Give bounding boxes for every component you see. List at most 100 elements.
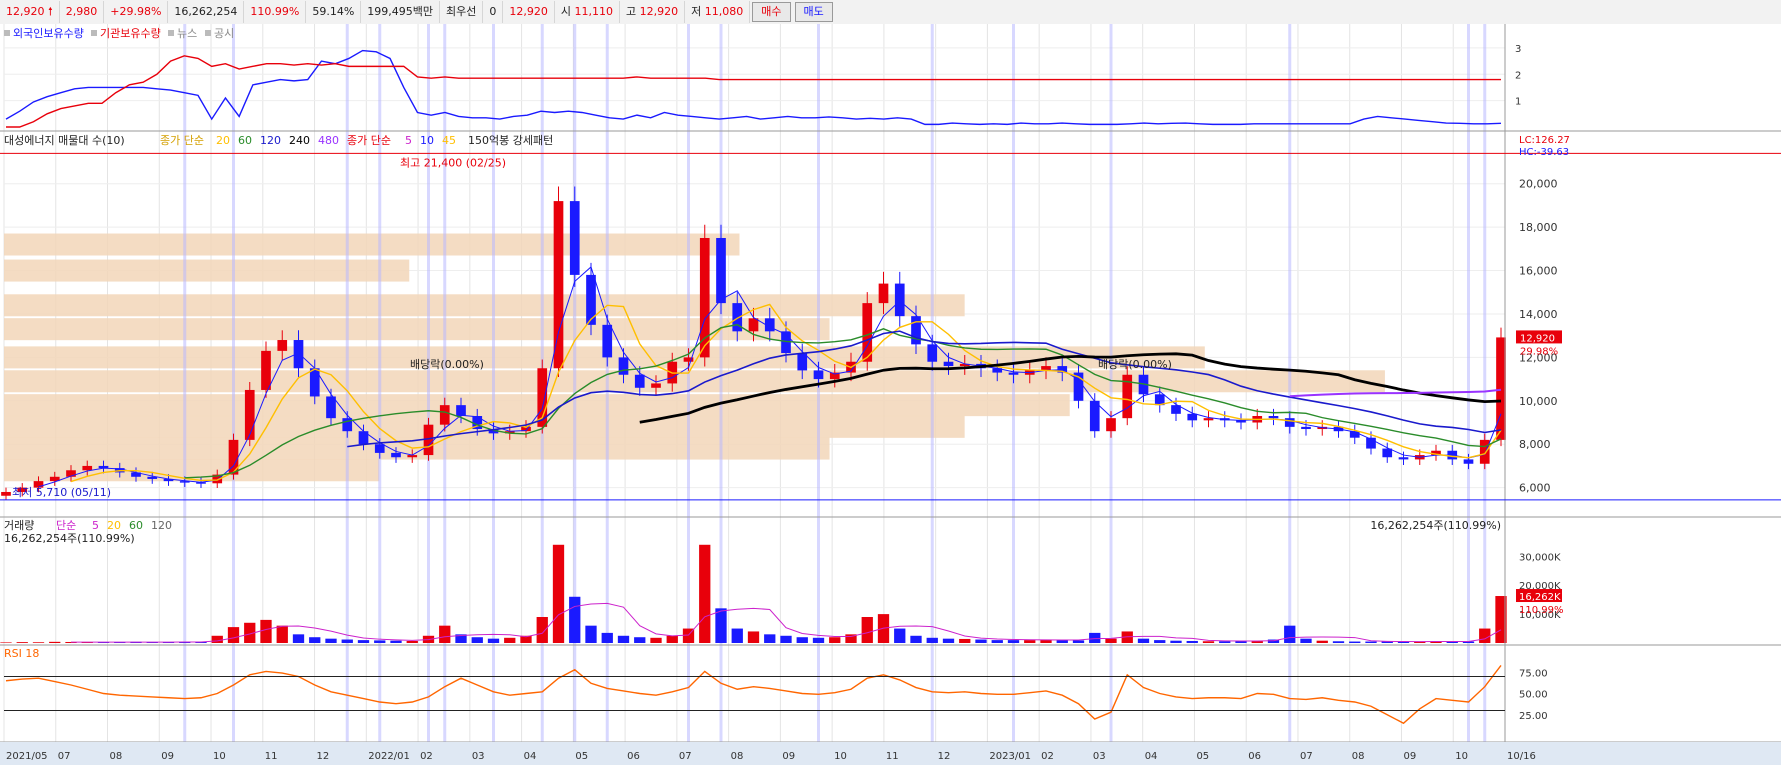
best-quote-price: 12,920	[503, 1, 555, 23]
min-price-label: 최저 5,710 (05/11)	[12, 486, 111, 499]
candle-body	[1203, 418, 1214, 421]
candle-body	[602, 324, 613, 358]
volume-bar	[536, 617, 548, 643]
volume-bar	[650, 637, 662, 643]
best-quote-label: 최우선	[440, 1, 484, 23]
volume-profile-band	[4, 233, 740, 256]
volume-ratio: 110.99%	[244, 1, 307, 23]
max-price-label: 최고 21,400 (02/25)	[400, 156, 506, 169]
ma-period-label: 120	[260, 134, 281, 147]
volume-bar	[227, 627, 240, 643]
volume-bar	[780, 635, 792, 643]
price-tick-label: 20,000	[1519, 178, 1558, 191]
volume-bar	[1284, 625, 1296, 643]
volume-bar	[731, 628, 743, 643]
time-tick-label: 2021/05	[6, 751, 48, 762]
volume-bar	[1137, 638, 1150, 643]
time-tick-label: 2022/01	[368, 751, 410, 762]
candle-body	[374, 444, 385, 453]
candle-body	[894, 283, 905, 317]
volume-bar	[487, 638, 500, 643]
stock-chart[interactable]: 3 2 1 외국인보유수량 기관보유수량 뉴스 공시 20,000 18,000 16,000 14…	[0, 24, 1781, 765]
candle-body	[1284, 418, 1295, 427]
time-tick-label: 03	[1093, 751, 1106, 762]
volume-bar	[1186, 640, 1198, 643]
volume-bar	[309, 637, 321, 643]
time-tick-label: 11	[886, 751, 899, 762]
volume-bar	[634, 637, 646, 643]
volume-bar	[260, 619, 272, 643]
volume-bar	[1170, 640, 1182, 643]
best-quote-qty: 0	[483, 1, 504, 23]
candle-body	[1463, 459, 1474, 464]
volume-bar	[341, 639, 353, 643]
volume-bar	[894, 628, 906, 643]
candle-body	[927, 344, 938, 362]
time-tick-label: 10/16	[1507, 751, 1536, 762]
time-tick-label: 06	[627, 751, 640, 762]
chart-window: 12,920 🠕 2,980 +29.98% 16,262,254 110.99…	[0, 0, 1781, 765]
high-price: 고 12,920	[620, 1, 686, 23]
volume-bar	[1300, 638, 1312, 643]
candle-body	[797, 353, 808, 371]
price-tick-label: 14,000	[1519, 308, 1558, 321]
trade-amount: 199,495백만	[361, 1, 441, 23]
highlight-column	[183, 24, 187, 742]
up-arrow-icon: 🠕	[48, 5, 53, 18]
volume-bar	[812, 637, 825, 643]
volume-bar	[325, 638, 337, 643]
volume-bar	[959, 638, 971, 643]
legend-swatch	[4, 30, 10, 36]
volume-bar	[666, 635, 678, 643]
volume-bar	[1056, 640, 1068, 643]
candle-body	[813, 370, 824, 380]
last-price-label: 12,920	[1520, 333, 1555, 344]
highlight-column	[378, 24, 382, 742]
buy-button[interactable]: 매수	[752, 2, 791, 22]
time-tick-label: 11	[265, 751, 278, 762]
candle-body	[1008, 372, 1019, 375]
rsi-tick-label: 75.00	[1519, 668, 1548, 679]
quote-bar: 12,920 🠕 2,980 +29.98% 16,262,254 110.99…	[0, 0, 1781, 25]
time-tick-label: 09	[161, 751, 174, 762]
candle-body	[326, 396, 336, 419]
candle-body	[943, 361, 954, 367]
time-tick-label: 12	[938, 751, 951, 762]
volume-value: 16,262,254	[168, 1, 245, 23]
volume-bar	[601, 632, 613, 643]
volume-bar	[715, 608, 727, 643]
time-tick-label: 10	[834, 751, 847, 762]
highlight-column	[1467, 24, 1470, 742]
price-tick-label: 8,000	[1519, 438, 1551, 451]
time-tick-label: 07	[1300, 751, 1313, 762]
turnover-ratio: 59.14%	[306, 1, 362, 23]
sell-button[interactable]: 매도	[794, 2, 833, 22]
volume-bar	[406, 640, 418, 643]
time-tick-label: 08	[110, 751, 123, 762]
time-tick-label: 08	[731, 751, 744, 762]
rsi-panel-title: RSI 18	[4, 647, 39, 660]
highlight-column	[345, 24, 349, 742]
price-tick-label: 16,000	[1519, 265, 1558, 278]
time-tick-label: 09	[1403, 751, 1416, 762]
dividend-label: 배당락(0.00%)	[410, 358, 484, 371]
volume-bar	[49, 641, 61, 643]
legend-swatch	[91, 30, 97, 36]
time-tick-label: 07	[58, 751, 71, 762]
price-tick-label: 6,000	[1519, 482, 1551, 495]
last-price-pct: 29.98%	[1520, 346, 1558, 357]
volume-bar	[357, 640, 370, 643]
ownership-tick-label: 3	[1515, 44, 1521, 55]
candle-body	[716, 238, 726, 304]
volume-bar	[1316, 640, 1328, 643]
legend-swatch	[205, 30, 211, 36]
volume-profile-band	[4, 294, 965, 317]
volume-bar	[617, 635, 630, 643]
volume-bar	[1105, 638, 1117, 643]
ma-period-label: 240	[289, 134, 310, 147]
candle-panel-title: 대성에너지 매물대 수(10)	[4, 134, 125, 147]
candle-body	[878, 283, 889, 304]
volume-bar	[1219, 641, 1231, 643]
volume-bar	[1089, 632, 1101, 643]
volume-bar	[1007, 640, 1020, 643]
